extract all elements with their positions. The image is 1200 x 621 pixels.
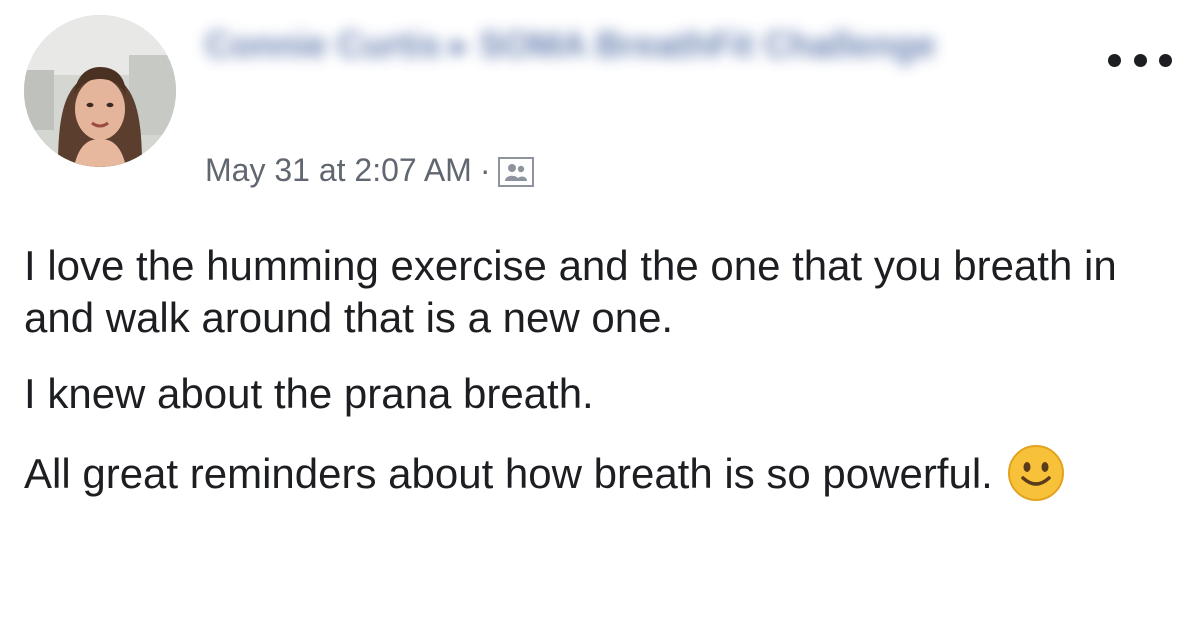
group-separator: ▸ (451, 24, 470, 65)
ellipsis-icon-dot (1133, 53, 1147, 67)
post-timestamp[interactable]: May 31 at 2:07 AM (205, 150, 472, 190)
avatar-photo (24, 15, 176, 167)
post-author-line[interactable]: Connie Curtis ▸ SOMA BreathFit Challenge (205, 22, 1045, 68)
meta-dot: · (479, 152, 491, 188)
group-audience-icon[interactable] (498, 156, 535, 187)
post-paragraph-text: All great reminders about how breath is … (24, 450, 993, 497)
feed-post: Connie Curtis ▸ SOMA BreathFit Challenge… (0, 0, 1200, 621)
post-paragraph: I love the humming exercise and the one … (24, 242, 1117, 341)
more-options-button[interactable] (1108, 44, 1172, 76)
group-name-link[interactable]: SOMA BreathFit Challenge (479, 24, 936, 65)
post-meta: May 31 at 2:07 AM · (205, 150, 535, 190)
post-paragraph: I knew about the prana breath. (24, 370, 594, 417)
post-content: I love the humming exercise and the one … (24, 240, 1184, 526)
ellipsis-icon-dot (1159, 53, 1172, 67)
slightly-smiling-face-icon (1007, 444, 1065, 502)
author-name-link[interactable]: Connie Curtis (205, 24, 441, 65)
author-avatar[interactable] (24, 15, 176, 167)
post-paragraph-last: All great reminders about how breath is … (24, 444, 1184, 502)
ellipsis-icon-dot (1108, 53, 1121, 67)
post-header: Connie Curtis ▸ SOMA BreathFit Challenge (205, 22, 1065, 68)
